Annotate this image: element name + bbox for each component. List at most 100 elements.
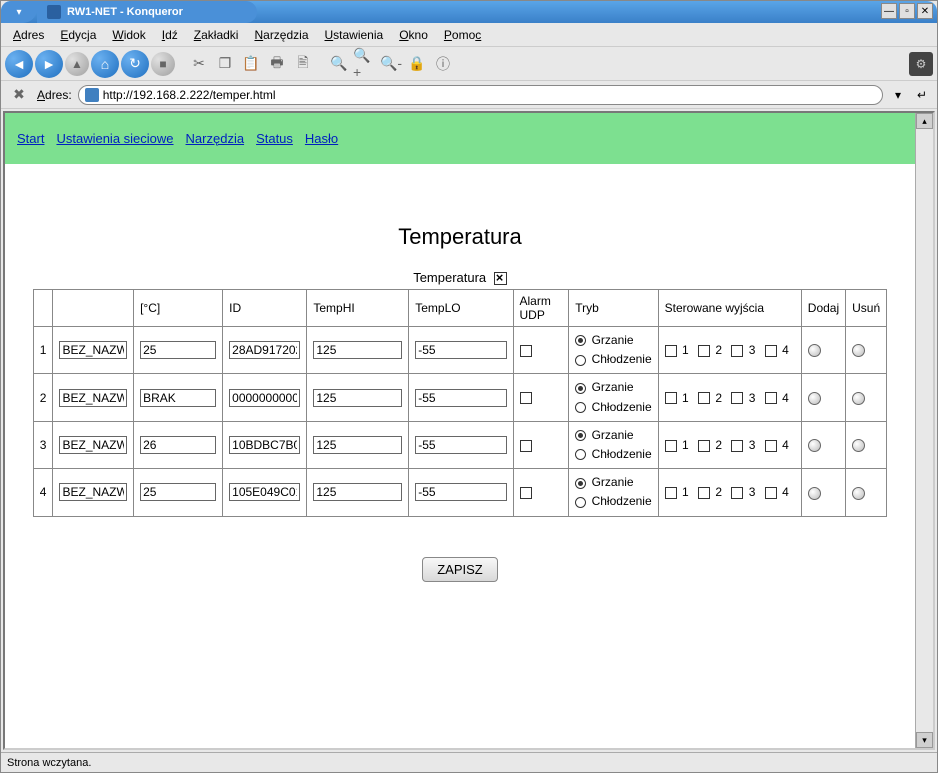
add-button[interactable]	[808, 487, 821, 500]
templo-input[interactable]	[415, 483, 506, 501]
nav-link[interactable]: Narzędzia	[186, 131, 245, 146]
add-button[interactable]	[808, 392, 821, 405]
scroll-down-button[interactable]: ▾	[916, 732, 933, 748]
print-preview-button[interactable]: 🖹	[291, 52, 315, 76]
print-button[interactable]: 🖶	[265, 52, 289, 76]
find-button[interactable]: 🔍	[327, 52, 351, 76]
maximize-button[interactable]: ▫	[899, 3, 915, 19]
back-button[interactable]: ◄	[5, 50, 33, 78]
id-input[interactable]	[229, 436, 300, 454]
output-checkbox-1[interactable]	[665, 345, 677, 357]
go-button[interactable]: ↵	[913, 86, 931, 104]
home-button[interactable]: ⌂	[91, 50, 119, 78]
info-button[interactable]: ⓘ	[431, 52, 455, 76]
menu-item[interactable]: Narzędzia	[248, 26, 314, 44]
save-button[interactable]: ZAPISZ	[422, 557, 498, 582]
temphi-input[interactable]	[313, 341, 402, 359]
settings-button[interactable]: ⚙	[909, 52, 933, 76]
radio-cool[interactable]	[575, 355, 586, 366]
up-button[interactable]: ▲	[65, 52, 89, 76]
add-button[interactable]	[808, 344, 821, 357]
output-checkbox-1[interactable]	[665, 440, 677, 452]
output-checkbox-2[interactable]	[698, 392, 710, 404]
radio-heat[interactable]	[575, 383, 586, 394]
nav-link[interactable]: Ustawienia sieciowe	[56, 131, 173, 146]
templo-input[interactable]	[415, 389, 506, 407]
stop-button[interactable]: ■	[151, 52, 175, 76]
delete-button[interactable]	[852, 487, 865, 500]
menu-item[interactable]: Pomoc	[438, 26, 487, 44]
paste-button[interactable]: 📋	[239, 52, 263, 76]
minimize-button[interactable]: —	[881, 3, 897, 19]
zoom-in-button[interactable]: 🔍+	[353, 52, 377, 76]
address-dropdown-button[interactable]: ▾	[889, 86, 907, 104]
radio-heat[interactable]	[575, 478, 586, 489]
alarm-checkbox[interactable]	[520, 345, 532, 357]
degc-input[interactable]	[140, 436, 216, 454]
add-button[interactable]	[808, 439, 821, 452]
output-checkbox-4[interactable]	[765, 440, 777, 452]
id-input[interactable]	[229, 389, 300, 407]
forward-button[interactable]: ►	[35, 50, 63, 78]
name-input[interactable]	[59, 389, 127, 407]
clear-location-button[interactable]: ✖	[7, 83, 31, 107]
temphi-input[interactable]	[313, 483, 402, 501]
menu-item[interactable]: Ustawienia	[319, 26, 390, 44]
cut-button[interactable]: ✂	[187, 52, 211, 76]
output-checkbox-3[interactable]	[731, 487, 743, 499]
vertical-scrollbar[interactable]: ▴ ▾	[915, 113, 933, 748]
radio-heat[interactable]	[575, 335, 586, 346]
titlebar-menu-button[interactable]: ▾	[1, 1, 37, 23]
delete-button[interactable]	[852, 439, 865, 452]
output-checkbox-3[interactable]	[731, 440, 743, 452]
nav-link[interactable]: Status	[256, 131, 293, 146]
close-button[interactable]: ✕	[917, 3, 933, 19]
degc-input[interactable]	[140, 341, 216, 359]
temphi-input[interactable]	[313, 389, 402, 407]
copy-button[interactable]: ❐	[213, 52, 237, 76]
radio-cool[interactable]	[575, 497, 586, 508]
reload-button[interactable]: ↻	[121, 50, 149, 78]
nav-link[interactable]: Start	[17, 131, 44, 146]
scroll-track[interactable]	[916, 129, 933, 732]
output-checkbox-2[interactable]	[698, 440, 710, 452]
alarm-checkbox[interactable]	[520, 440, 532, 452]
name-input[interactable]	[59, 436, 127, 454]
temphi-input[interactable]	[313, 436, 402, 454]
delete-button[interactable]	[852, 392, 865, 405]
delete-button[interactable]	[852, 344, 865, 357]
output-checkbox-3[interactable]	[731, 392, 743, 404]
name-input[interactable]	[59, 483, 127, 501]
radio-cool[interactable]	[575, 449, 586, 460]
nav-link[interactable]: Hasło	[305, 131, 338, 146]
id-input[interactable]	[229, 341, 300, 359]
menu-item[interactable]: Idź	[156, 26, 184, 44]
menu-item[interactable]: Edycja	[54, 26, 102, 44]
output-checkbox-2[interactable]	[698, 345, 710, 357]
output-checkbox-2[interactable]	[698, 487, 710, 499]
alarm-checkbox[interactable]	[520, 392, 532, 404]
radio-cool[interactable]	[575, 402, 586, 413]
output-checkbox-3[interactable]	[731, 345, 743, 357]
menu-item[interactable]: Adres	[7, 26, 50, 44]
menu-item[interactable]: Zakładki	[188, 26, 245, 44]
degc-input[interactable]	[140, 389, 216, 407]
degc-input[interactable]	[140, 483, 216, 501]
zoom-out-button[interactable]: 🔍-	[379, 52, 403, 76]
templo-input[interactable]	[415, 341, 506, 359]
id-input[interactable]	[229, 483, 300, 501]
output-checkbox-1[interactable]	[665, 392, 677, 404]
templo-input[interactable]	[415, 436, 506, 454]
output-checkbox-4[interactable]	[765, 487, 777, 499]
output-checkbox-1[interactable]	[665, 487, 677, 499]
radio-heat[interactable]	[575, 430, 586, 441]
scroll-up-button[interactable]: ▴	[916, 113, 933, 129]
menu-item[interactable]: Okno	[393, 26, 434, 44]
output-checkbox-4[interactable]	[765, 345, 777, 357]
name-input[interactable]	[59, 341, 127, 359]
address-input[interactable]	[103, 88, 876, 102]
security-button[interactable]: 🔒	[405, 52, 429, 76]
output-checkbox-4[interactable]	[765, 392, 777, 404]
caption-checkbox[interactable]	[494, 272, 507, 285]
menu-item[interactable]: Widok	[106, 26, 151, 44]
